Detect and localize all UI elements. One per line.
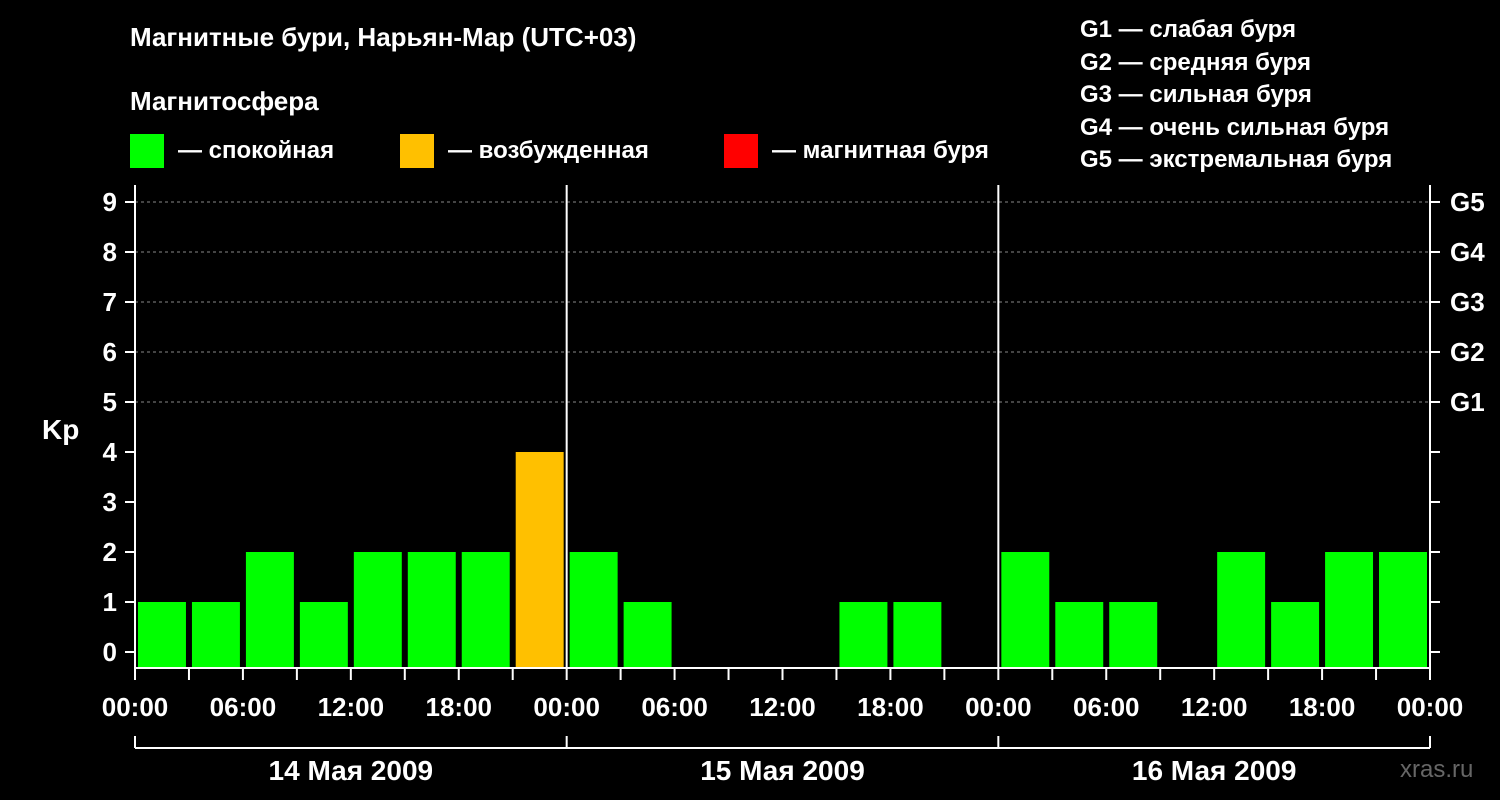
bar — [515, 452, 564, 668]
bar — [839, 602, 888, 668]
y-tick-label: 5 — [103, 387, 117, 417]
bar — [299, 602, 348, 668]
y-tick-label: 6 — [103, 337, 117, 367]
x-tick-label: 00:00 — [102, 692, 169, 722]
x-tick-label: 00:00 — [965, 692, 1032, 722]
x-tick-label: 18:00 — [426, 692, 493, 722]
x-tick-label: 00:00 — [1397, 692, 1464, 722]
g-scale-label: G2 — [1450, 337, 1485, 367]
day-label: 16 Мая 2009 — [1132, 755, 1297, 786]
x-tick-label: 06:00 — [1073, 692, 1140, 722]
x-tick-label: 12:00 — [749, 692, 816, 722]
kp-chart: 0 1 2 3 4 5 6 7 8 9 Kp G1 G2 G3 G4 G5 00:00 06:00 12:00 18:… — [42, 185, 1485, 786]
x-tick-label: 12:00 — [1181, 692, 1248, 722]
y-tick-label: 8 — [103, 237, 117, 267]
bar — [138, 602, 186, 668]
bar — [461, 552, 510, 668]
g-scale-label: G3 — [1450, 287, 1485, 317]
bar — [245, 552, 294, 668]
y-tick-label: 0 — [103, 637, 117, 667]
g-scale-label: G4 — [1450, 237, 1485, 267]
bar — [1325, 552, 1374, 668]
bar — [1271, 602, 1320, 668]
y-tick-label: 4 — [103, 437, 118, 467]
day-label: 15 Мая 2009 — [700, 755, 865, 786]
y-tick-label: 3 — [103, 487, 117, 517]
day-label: 14 Мая 2009 — [269, 755, 434, 786]
bar — [407, 552, 456, 668]
y-tick-label: 2 — [103, 537, 117, 567]
x-tick-label: 00:00 — [533, 692, 600, 722]
x-tick-label: 06:00 — [641, 692, 708, 722]
bar — [1217, 552, 1266, 668]
bar — [1001, 552, 1050, 668]
y-tick-label: 1 — [103, 587, 117, 617]
bar — [569, 552, 618, 668]
bar — [1379, 552, 1427, 668]
bar — [893, 602, 942, 668]
x-tick-label: 06:00 — [210, 692, 277, 722]
y-axis-title: Kp — [42, 414, 79, 445]
y-tick-label: 7 — [103, 287, 117, 317]
x-tick-label: 18:00 — [857, 692, 924, 722]
bar — [1109, 602, 1158, 668]
x-tick-label: 18:00 — [1289, 692, 1356, 722]
watermark: xras.ru — [1400, 756, 1474, 783]
g-scale-label: G1 — [1450, 387, 1485, 417]
y-tick-label: 9 — [103, 187, 117, 217]
bar — [353, 552, 402, 668]
g-scale-label: G5 — [1450, 187, 1485, 217]
bar — [1055, 602, 1104, 668]
bar — [623, 602, 672, 668]
x-tick-label: 12:00 — [318, 692, 385, 722]
bar — [191, 602, 240, 668]
